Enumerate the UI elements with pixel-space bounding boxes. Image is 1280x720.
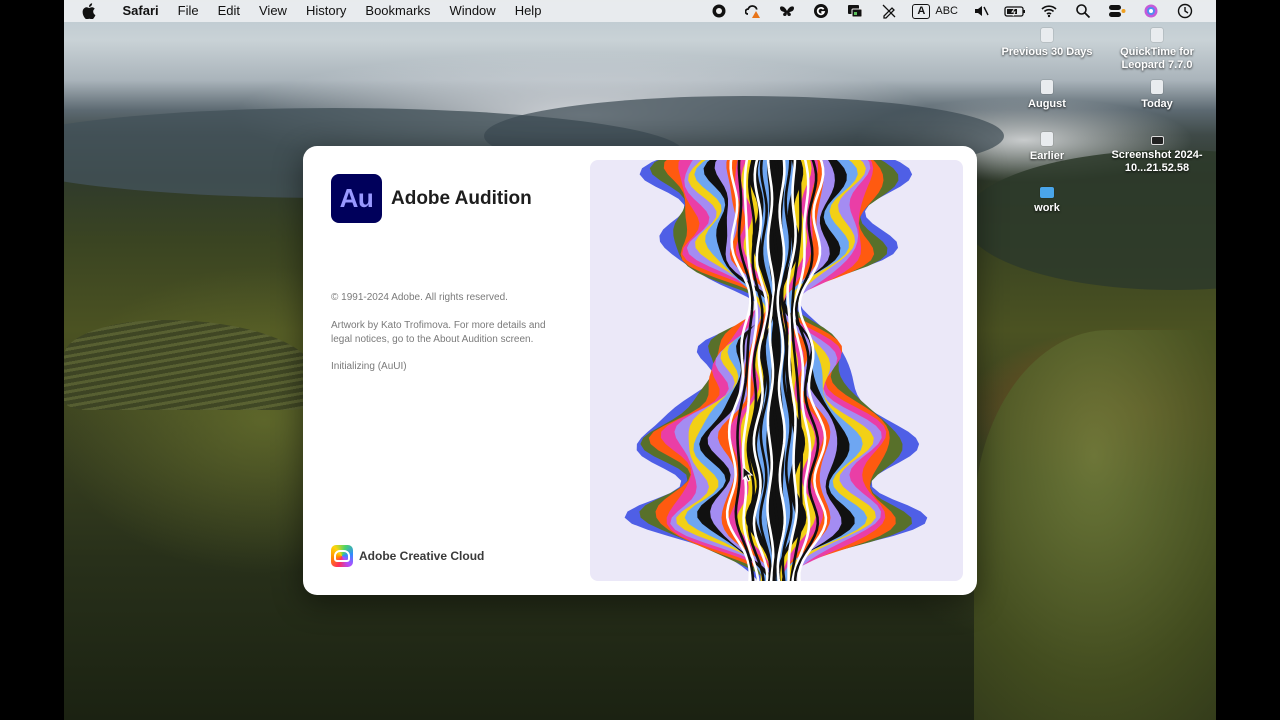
menu-help[interactable]: Help	[505, 0, 551, 22]
input-source-letter: A	[912, 3, 931, 19]
network-share-icon[interactable]	[838, 0, 872, 22]
desktop-icon-label: Today	[1141, 98, 1173, 110]
desktop-icon-label: August	[1028, 98, 1066, 110]
desktop-icon-label: work	[1034, 202, 1060, 214]
creative-cloud-label: Adobe Creative Cloud	[359, 549, 485, 563]
document-icon	[1151, 80, 1163, 94]
desktop-icon-label: Screenshot 2024-10...21.52.58	[1111, 149, 1203, 174]
record-icon[interactable]	[702, 0, 736, 22]
mute-icon[interactable]	[964, 0, 998, 22]
mouse-pointer-icon	[742, 466, 754, 482]
desktop-icon-label: Earlier	[1029, 150, 1065, 162]
menu-view[interactable]: View	[250, 0, 297, 22]
menu-history[interactable]: History	[296, 0, 355, 22]
app-title: Adobe Audition	[391, 188, 532, 209]
desktop-icon-work[interactable]: work	[992, 184, 1102, 215]
desktop-icon-today[interactable]: Today	[1102, 80, 1212, 111]
desktop-icon-label: QuickTime for Leopard 7.7.0	[1120, 46, 1194, 71]
clock-icon[interactable]	[1168, 0, 1202, 22]
butterfly-icon[interactable]	[770, 0, 804, 22]
wifi-icon[interactable]	[1032, 0, 1066, 22]
document-icon	[1041, 28, 1053, 42]
disk-image-icon	[1151, 28, 1163, 42]
desktop-icon-earlier[interactable]: Earlier	[992, 132, 1102, 163]
input-source-label: ABC	[935, 5, 958, 17]
desktop-icon-quicktime-installer[interactable]: QuickTime for Leopard 7.7.0	[1102, 28, 1212, 72]
vineyard-hill	[64, 320, 314, 410]
menu-bookmarks[interactable]: Bookmarks	[356, 0, 440, 22]
splash-artwork	[590, 160, 963, 581]
creative-cloud-icon	[331, 545, 353, 567]
desktop-icon-previous-30-days[interactable]: Previous 30 Days	[992, 28, 1102, 59]
menu-edit[interactable]: Edit	[208, 0, 249, 22]
menu-window[interactable]: Window	[440, 0, 505, 22]
apple-logo-icon[interactable]	[82, 3, 96, 19]
control-center-icon[interactable]	[1100, 0, 1134, 22]
menu-file[interactable]: File	[168, 0, 208, 22]
menu-app-safari[interactable]: Safari	[113, 0, 168, 22]
search-icon[interactable]	[1066, 0, 1100, 22]
menu-bar: Safari File Edit View History Bookmarks …	[64, 0, 1216, 22]
screenshot-icon	[1150, 136, 1164, 145]
desktop-icon-screenshot[interactable]: Screenshot 2024-10...21.52.58	[1102, 132, 1212, 175]
audition-splash-window: Au Adobe Audition © 1991-2024 Adobe. All…	[303, 146, 977, 595]
pen-off-icon[interactable]	[872, 0, 906, 22]
siri-icon[interactable]	[1134, 0, 1168, 22]
desktop-icon-label: Previous 30 Days	[1001, 46, 1093, 58]
battery-icon[interactable]	[998, 0, 1032, 22]
desktop-icon-august[interactable]: August	[992, 80, 1102, 111]
folder-icon	[1040, 187, 1054, 198]
forest-hill	[974, 330, 1216, 720]
artwork-credit-text: Artwork by Kato Trofimova. For more deta…	[331, 320, 546, 345]
grammarly-icon[interactable]	[804, 0, 838, 22]
audition-app-icon: Au	[331, 174, 382, 223]
copyright-text: © 1991-2024 Adobe. All rights reserved.	[331, 292, 508, 303]
input-source-menu[interactable]: A ABC	[906, 0, 964, 22]
document-icon	[1041, 132, 1053, 146]
creative-cloud-alert-icon[interactable]	[736, 0, 770, 22]
loading-status-text: Initializing (AuUI)	[331, 361, 407, 372]
document-icon	[1041, 80, 1053, 94]
wave-artwork-graphic	[624, 160, 928, 581]
